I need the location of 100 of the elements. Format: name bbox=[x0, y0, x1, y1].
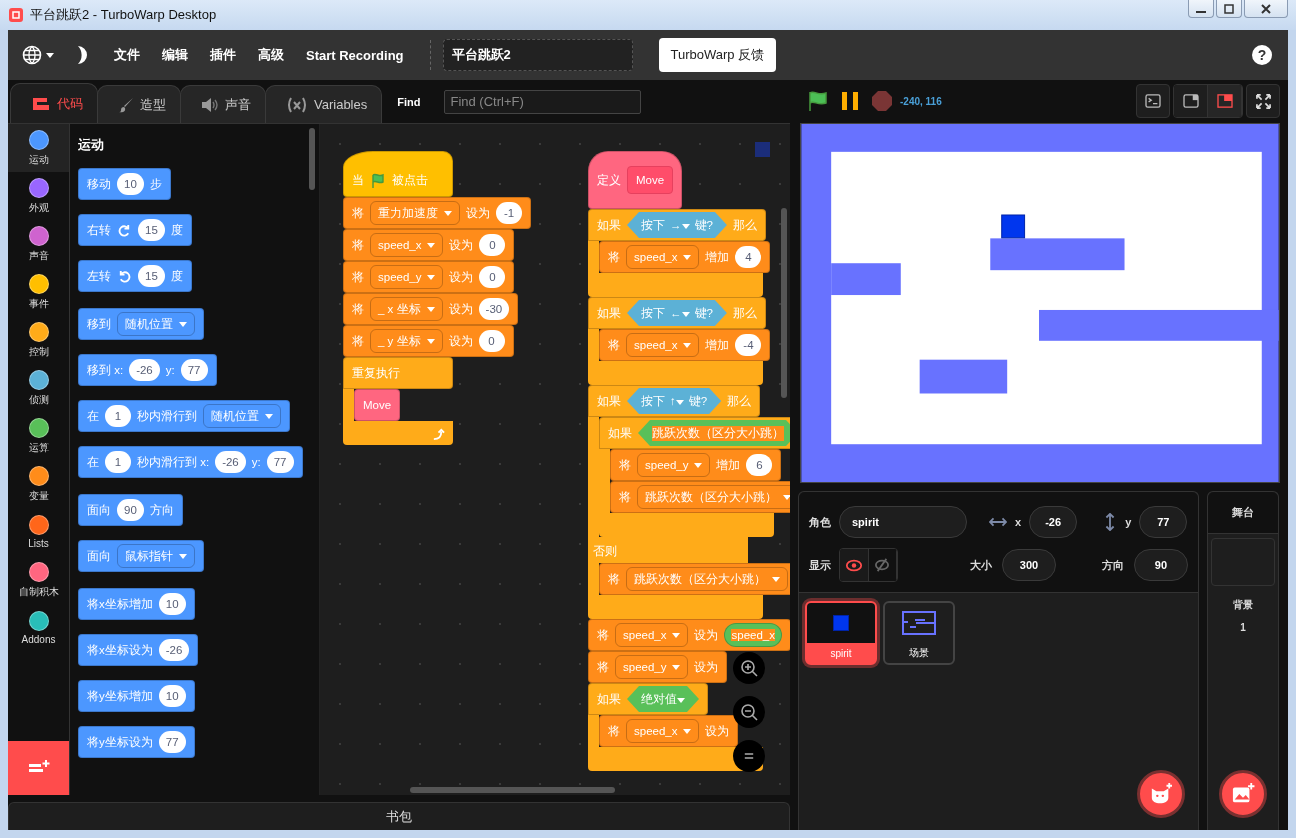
number-field[interactable]: 77 bbox=[266, 451, 294, 473]
menu-item[interactable]: 高级 bbox=[250, 42, 292, 68]
block-text: 被点击 bbox=[392, 173, 428, 188]
menu-item[interactable]: Start Recording bbox=[298, 43, 412, 67]
code-block[interactable]: 将 重力加速度 设为 -1 bbox=[343, 197, 531, 229]
number-field[interactable]: 77 bbox=[158, 731, 186, 753]
terminal-button[interactable] bbox=[1136, 84, 1170, 118]
number-field[interactable]: 1 bbox=[105, 451, 131, 473]
reset-zoom-button[interactable] bbox=[733, 740, 765, 772]
show-button[interactable] bbox=[840, 549, 869, 581]
code-block[interactable]: 将 speed_y 增加 6 bbox=[610, 449, 782, 481]
help-button[interactable]: ? bbox=[1252, 45, 1272, 65]
sprite-tile[interactable]: 场景 bbox=[883, 601, 955, 665]
number-field[interactable]: 77 bbox=[180, 359, 208, 381]
category-item[interactable]: 侦测 bbox=[8, 364, 69, 412]
minimize-button[interactable] bbox=[1188, 0, 1214, 18]
code-block[interactable]: 将 _ x 坐标 设为 -30 bbox=[343, 293, 519, 325]
code-block[interactable]: 将 speed_x 增加 4 bbox=[599, 241, 771, 273]
zoom-out-button[interactable] bbox=[733, 696, 765, 728]
size-field[interactable]: 300 bbox=[1002, 549, 1056, 581]
number-field[interactable]: 0 bbox=[478, 330, 505, 352]
number-field[interactable]: -4 bbox=[735, 334, 762, 356]
number-field[interactable]: 15 bbox=[138, 265, 165, 287]
small-stage-button[interactable] bbox=[1174, 85, 1208, 117]
category-item[interactable]: Addons bbox=[8, 604, 69, 652]
sprite-name-field[interactable]: spirit bbox=[839, 506, 967, 538]
close-button[interactable] bbox=[1244, 0, 1288, 18]
number-field[interactable]: 15 bbox=[138, 219, 165, 241]
code-block[interactable]: 在 1 秒内滑行到 随机位置 bbox=[78, 400, 290, 432]
maximize-button[interactable] bbox=[1216, 0, 1242, 18]
code-block[interactable]: 将y坐标设为 77 bbox=[78, 726, 195, 758]
c-block-arm bbox=[588, 417, 599, 449]
sprite-label: 角色 bbox=[809, 514, 831, 530]
project-title-field[interactable]: 平台跳跃2 bbox=[442, 39, 633, 71]
code-block[interactable]: 在 1 秒内滑行到 x: -26 y: 77 bbox=[78, 446, 303, 478]
pause-icon bbox=[839, 90, 861, 112]
zoom-in-button[interactable] bbox=[733, 652, 765, 684]
fullscreen-button[interactable] bbox=[1246, 84, 1280, 118]
editor-tab[interactable]: 造型 bbox=[97, 85, 181, 123]
add-backdrop-button[interactable] bbox=[1219, 770, 1267, 818]
number-field[interactable]: -30 bbox=[478, 298, 510, 320]
menu-item[interactable]: 文件 bbox=[106, 42, 148, 68]
menu-item[interactable]: 编辑 bbox=[154, 42, 196, 68]
find-field[interactable]: Find (Ctrl+F) bbox=[444, 89, 642, 114]
number-field[interactable]: 10 bbox=[117, 173, 144, 195]
code-block[interactable]: 移到 x: -26 y: 77 bbox=[78, 354, 217, 386]
y-field[interactable]: 77 bbox=[1139, 506, 1188, 538]
stop-icon bbox=[871, 90, 893, 112]
number-field[interactable]: 6 bbox=[746, 454, 773, 476]
code-block[interactable]: 右转 15 度 bbox=[78, 214, 192, 246]
code-block[interactable]: 面向 90 方向 bbox=[78, 494, 183, 526]
large-stage-button[interactable] bbox=[1208, 85, 1242, 117]
editor-tab[interactable]: Variables bbox=[265, 85, 383, 123]
category-item[interactable]: 声音 bbox=[8, 220, 69, 268]
add-sprite-button[interactable] bbox=[1137, 770, 1185, 818]
number-field[interactable]: 4 bbox=[735, 246, 762, 268]
number-field[interactable]: -26 bbox=[158, 639, 190, 661]
category-item[interactable]: 外观 bbox=[8, 172, 69, 220]
number-field[interactable]: -1 bbox=[496, 202, 522, 224]
c-block-arm bbox=[588, 715, 599, 747]
category-item[interactable]: 运算 bbox=[8, 412, 69, 460]
block-text: 步 bbox=[149, 176, 162, 192]
number-field[interactable]: -26 bbox=[215, 451, 246, 473]
category-item[interactable]: 事件 bbox=[8, 268, 69, 316]
editor-tab[interactable]: 声音 bbox=[180, 85, 266, 123]
editor-tab[interactable]: 代码 bbox=[10, 83, 98, 123]
code-block[interactable]: 将 _ y 坐标 设为 0 bbox=[343, 325, 514, 357]
code-block[interactable]: 将x坐标增加 10 bbox=[78, 588, 195, 620]
number-field[interactable]: 10 bbox=[158, 593, 186, 615]
number-field[interactable]: 10 bbox=[158, 685, 186, 707]
code-block[interactable]: 将 speed_x 增加 -4 bbox=[599, 329, 771, 361]
code-block[interactable]: 将 speed_x 设为 0 bbox=[343, 229, 515, 261]
scrollbar[interactable] bbox=[781, 208, 787, 398]
x-field[interactable]: -26 bbox=[1029, 506, 1078, 538]
feedback-button[interactable]: TurboWarp 反馈 bbox=[658, 38, 777, 72]
caret-icon bbox=[694, 462, 703, 468]
direction-field[interactable]: 90 bbox=[1134, 549, 1188, 581]
extension-button[interactable] bbox=[8, 741, 69, 795]
category-item[interactable]: 运动 bbox=[8, 124, 69, 172]
number-field[interactable]: -26 bbox=[129, 359, 160, 381]
number-field[interactable]: 0 bbox=[479, 266, 506, 288]
scrollbar[interactable] bbox=[309, 128, 315, 190]
code-block[interactable]: 将x坐标设为 -26 bbox=[78, 634, 199, 666]
code-block[interactable]: 将y坐标增加 10 bbox=[78, 680, 195, 712]
category-item[interactable]: 自制积木 bbox=[8, 556, 69, 604]
code-block[interactable]: 移动 10 步 bbox=[78, 168, 171, 200]
category-item[interactable]: Lists bbox=[8, 508, 69, 556]
backpack-bar[interactable]: 书包 bbox=[8, 802, 790, 830]
block-text: 将y坐标设为 bbox=[87, 734, 153, 750]
code-block[interactable]: 左转 15 度 bbox=[78, 260, 192, 292]
number-field[interactable]: 90 bbox=[117, 499, 144, 521]
code-block[interactable]: 将 speed_y 设为 0 bbox=[343, 261, 515, 293]
category-item[interactable]: 变量 bbox=[8, 460, 69, 508]
menu-item[interactable]: 插件 bbox=[202, 42, 244, 68]
category-item[interactable]: 控制 bbox=[8, 316, 69, 364]
number-field[interactable]: 0 bbox=[479, 234, 506, 256]
block-text: 将 bbox=[619, 489, 631, 505]
number-field[interactable]: 1 bbox=[105, 405, 131, 427]
block-text: 将 bbox=[352, 269, 364, 285]
scrollbar[interactable] bbox=[410, 787, 615, 793]
